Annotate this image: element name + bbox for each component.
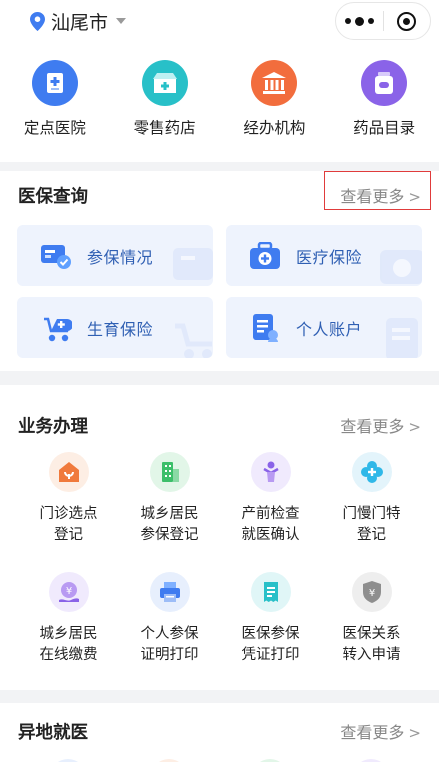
quick-links: 定点医院 零售药店 经办机构 药品目录: [0, 60, 439, 138]
business-item-enrollment-certificate[interactable]: 个人参保 证明打印: [119, 572, 220, 666]
business-section: 业务办理 查看更多> 门诊选点 登记 城乡居民 参保登记 产前检查 就医确认: [0, 385, 439, 690]
chevron-right-icon: >: [408, 418, 421, 436]
city-name: 汕尾市: [51, 11, 109, 34]
quick-link-label: 定点医院: [23, 119, 86, 137]
quick-link-label: 药品目录: [353, 119, 416, 137]
chevron-down-icon: [116, 18, 127, 24]
quick-link-label: 经办机构: [243, 119, 306, 137]
printer-icon: [149, 572, 190, 612]
business-item-label: 个人参保 证明打印: [140, 626, 199, 663]
tile-watermark-icon: [175, 323, 212, 358]
clinic-select-icon: [48, 452, 89, 492]
section-title: 异地就医: [18, 723, 88, 743]
view-more-label: 查看更多: [340, 417, 405, 436]
business-item-online-payment[interactable]: ¥ 城乡居民 在线缴费: [18, 572, 119, 666]
svg-text:¥: ¥: [65, 586, 71, 597]
city-selector[interactable]: 汕尾市: [30, 8, 127, 34]
quick-link-institution[interactable]: 经办机构: [220, 60, 330, 138]
business-item-label: 医保参保 凭证打印: [241, 626, 300, 663]
tile-watermark-icon: [380, 250, 422, 284]
medicine-catalog-icon: [361, 60, 408, 106]
business-item-label: 产前检查 就医确认: [241, 506, 300, 543]
top-panel: 汕尾市 定点医院 零售药店 经办机构 药品目录: [0, 0, 439, 162]
tile-personal-account[interactable]: 个人账户: [226, 297, 422, 358]
yuan-payment-icon: ¥: [48, 572, 89, 612]
business-item-label: 城乡居民 在线缴费: [39, 626, 98, 663]
chevron-right-icon: >: [408, 724, 421, 742]
medical-kit-icon: [248, 239, 282, 273]
medical-cross-icon: [351, 452, 392, 492]
quick-link-hospital[interactable]: 定点医院: [0, 60, 110, 138]
business-item-clinic-registration[interactable]: 门诊选点 登记: [18, 452, 119, 546]
business-item-prenatal-confirmation[interactable]: 产前检查 就医确认: [220, 452, 321, 546]
tile-label: 生育保险: [87, 319, 154, 339]
institution-icon: [251, 60, 298, 106]
location-pin-icon: [30, 11, 45, 31]
business-item-label: 门诊选点 登记: [39, 506, 98, 543]
yuan-shield-icon: ¥: [351, 572, 392, 612]
insurance-tiles: 参保情况 医疗保险 生育保险 个人账户: [17, 225, 422, 358]
hospital-icon: [31, 60, 78, 106]
account-document-icon: [248, 311, 282, 345]
pharmacy-icon: [141, 60, 188, 106]
view-more-link[interactable]: 查看更多 >: [340, 413, 421, 437]
mini-program-close-icon[interactable]: [384, 11, 431, 31]
business-row-2: ¥ 城乡居民 在线缴费 个人参保 证明打印 医保参保 凭证打印 ¥ 医保关系 转…: [0, 572, 439, 666]
tile-label: 医疗保险: [296, 247, 363, 267]
building-icon: [149, 452, 190, 492]
business-item-chronic-registration[interactable]: 门慢门特 登记: [321, 452, 422, 546]
receipt-icon: [250, 572, 291, 612]
business-item-label: 城乡居民 参保登记: [140, 506, 199, 543]
prenatal-person-icon: [250, 452, 291, 492]
view-more-link[interactable]: 查看更多 >: [340, 719, 421, 743]
tile-label: 参保情况: [87, 247, 154, 267]
view-more-label: 查看更多: [340, 723, 405, 742]
tile-enrollment-status[interactable]: 参保情况: [17, 225, 213, 286]
business-item-voucher-print[interactable]: 医保参保 凭证打印: [220, 572, 321, 666]
id-card-check-icon: [39, 239, 73, 273]
tile-maternity-insurance[interactable]: 生育保险: [17, 297, 213, 358]
section-title: 医保查询: [18, 187, 88, 207]
quick-link-pharmacy[interactable]: 零售药店: [110, 60, 220, 138]
tile-watermark-icon: [386, 318, 418, 358]
remote-medical-section: 异地就医 查看更多 >: [0, 703, 439, 762]
business-item-label: 医保关系 转入申请: [342, 626, 401, 663]
highlight-box: [324, 171, 431, 210]
business-item-resident-enrollment[interactable]: 城乡居民 参保登记: [119, 452, 220, 546]
baby-stroller-icon: [39, 311, 73, 345]
svg-text:¥: ¥: [368, 588, 374, 599]
more-dots-icon[interactable]: [336, 16, 383, 26]
section-title: 业务办理: [18, 417, 88, 437]
business-row-1: 门诊选点 登记 城乡居民 参保登记 产前检查 就医确认 门慢门特 登记: [0, 452, 439, 546]
business-item-label: 门慢门特 登记: [342, 506, 401, 543]
business-item-transfer-application[interactable]: ¥ 医保关系 转入申请: [321, 572, 422, 666]
tile-medical-insurance[interactable]: 医疗保险: [226, 225, 422, 286]
quick-link-label: 零售药店: [133, 119, 196, 137]
tile-label: 个人账户: [296, 319, 363, 339]
mini-program-capsule: [335, 2, 431, 40]
quick-link-medicine-catalog[interactable]: 药品目录: [329, 60, 439, 138]
tile-watermark-icon: [173, 248, 213, 280]
